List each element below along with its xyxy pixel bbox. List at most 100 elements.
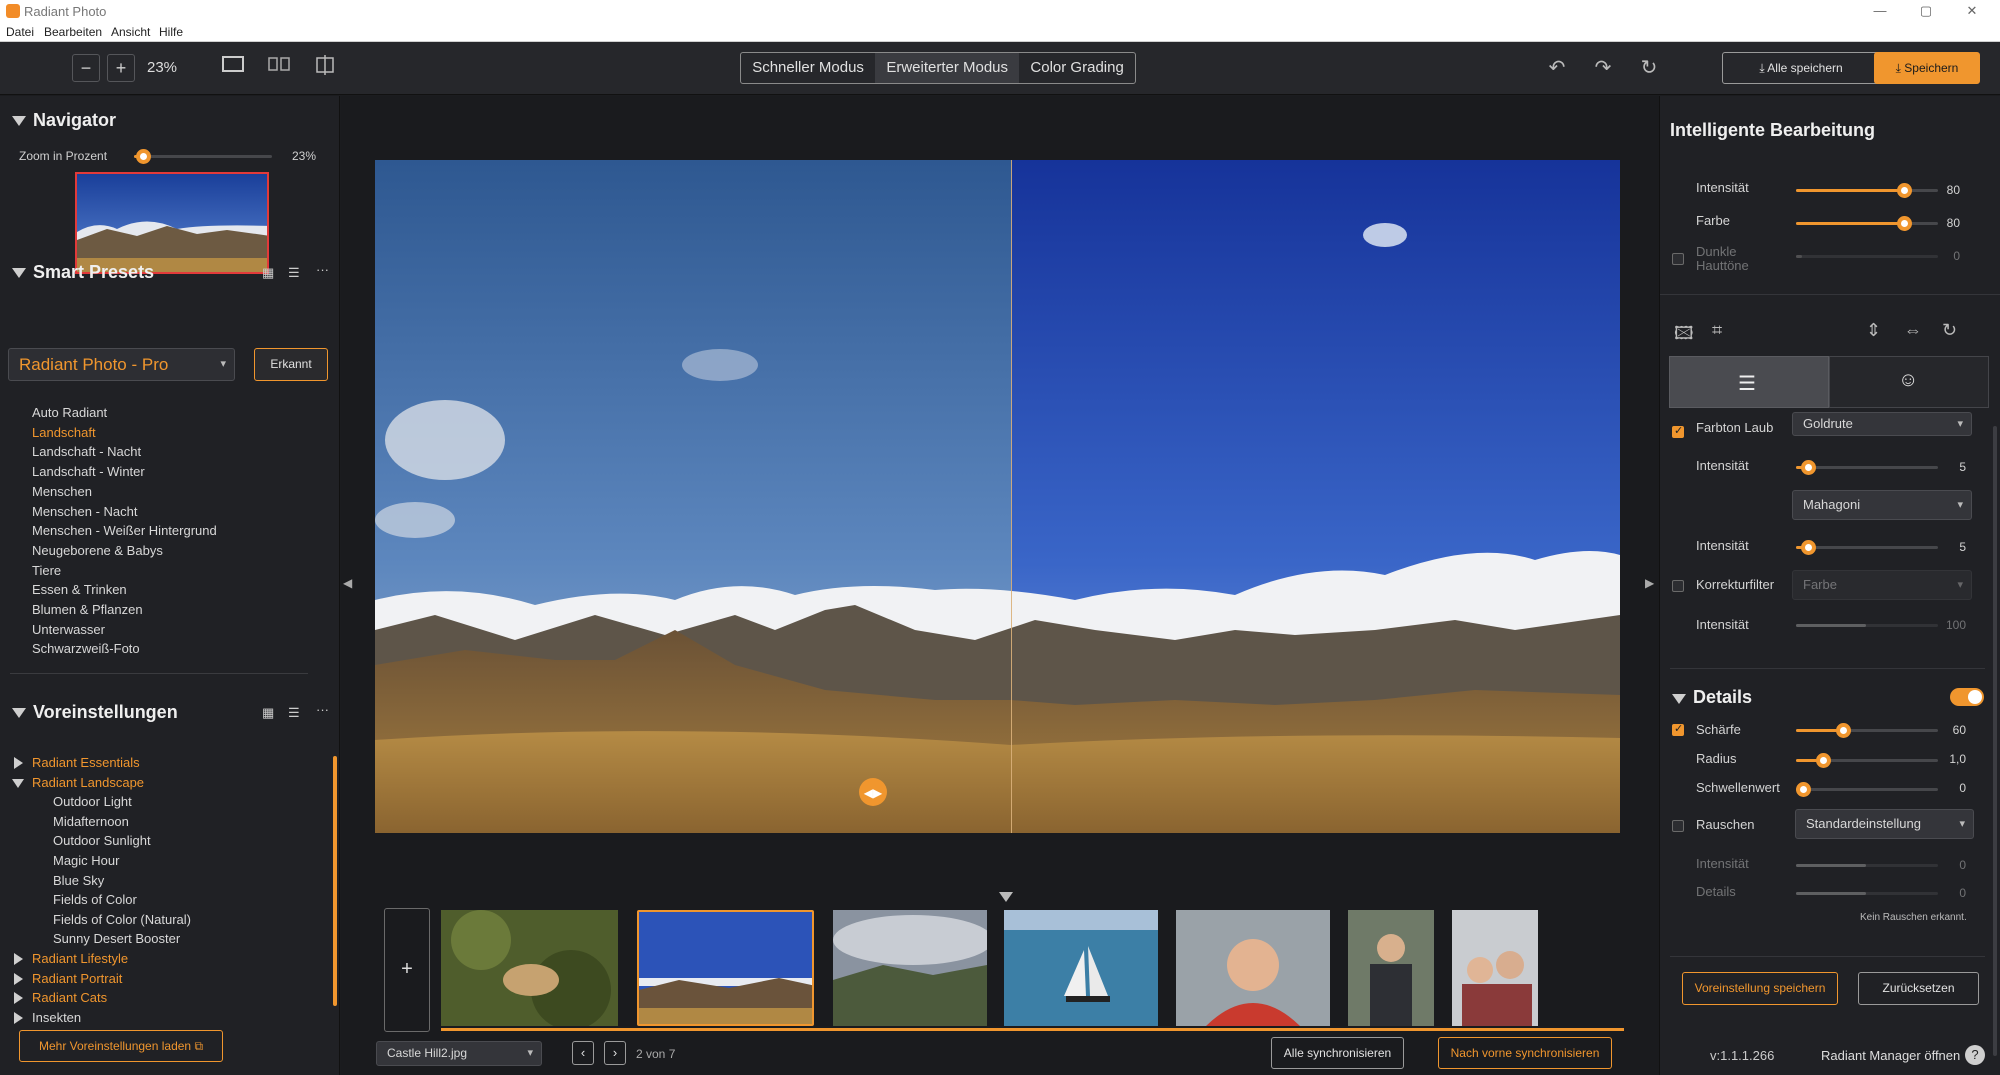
previous-image-button[interactable]: ‹: [572, 1041, 594, 1065]
smart-preset-item[interactable]: Essen & Trinken: [32, 582, 127, 597]
rotate-icon[interactable]: ↻: [1942, 320, 1957, 341]
close-button[interactable]: ✕: [1952, 2, 1992, 20]
smart-preset-item[interactable]: Schwarzweiß-Foto: [32, 641, 140, 656]
grid-view-icon[interactable]: ▦: [262, 705, 274, 721]
smart-preset-item[interactable]: Menschen - Nacht: [32, 504, 138, 519]
expand-group-icon[interactable]: [14, 953, 23, 965]
smart-preset-item[interactable]: Blumen & Pflanzen: [32, 602, 143, 617]
smart-preset-dropdown[interactable]: Radiant Photo - Pro: [8, 348, 235, 381]
smart-preset-item[interactable]: Auto Radiant: [32, 405, 107, 420]
preset-item[interactable]: Blue Sky: [53, 873, 104, 888]
filter-intensity-slider[interactable]: [1796, 624, 1938, 627]
collapse-filmstrip-icon[interactable]: [999, 892, 1013, 902]
reset-button[interactable]: Zurücksetzen: [1858, 972, 1979, 1005]
preset-group[interactable]: Radiant Cats: [32, 990, 107, 1005]
preset-item[interactable]: Magic Hour: [53, 853, 119, 868]
expand-group-icon[interactable]: [14, 992, 23, 1005]
tab-portrait[interactable]: ☺: [1829, 356, 1989, 408]
redo-icon[interactable]: ↷: [1588, 54, 1618, 82]
details-toggle[interactable]: [1950, 688, 1984, 706]
tab-color-grading[interactable]: Color Grading: [1019, 53, 1135, 83]
single-view-icon[interactable]: [218, 54, 248, 82]
preset-group[interactable]: Radiant Portrait: [32, 971, 122, 986]
help-icon[interactable]: ?: [1965, 1045, 1985, 1065]
more-options-icon[interactable]: ···: [316, 262, 329, 277]
smart-preset-item[interactable]: Menschen: [32, 484, 92, 499]
preset-item[interactable]: Fields of Color (Natural): [53, 912, 191, 927]
preset-item[interactable]: Outdoor Light: [53, 794, 132, 809]
flip-vertical-icon[interactable]: ⇕: [1866, 320, 1881, 341]
noise-intensity-slider[interactable]: [1796, 864, 1938, 867]
preset-item[interactable]: Fields of Color: [53, 892, 137, 907]
scrollbar[interactable]: [1993, 426, 1997, 1056]
preset-group[interactable]: Radiant Lifestyle: [32, 951, 128, 966]
scrollbar[interactable]: [333, 756, 337, 1006]
correction-filter-checkbox[interactable]: [1672, 580, 1684, 592]
thumbnail-6[interactable]: [1348, 910, 1434, 1026]
second-intensity-slider[interactable]: [1796, 540, 1938, 555]
preset-item[interactable]: Outdoor Sunlight: [53, 833, 151, 848]
menu-ansicht[interactable]: Ansicht: [111, 25, 150, 39]
undo-icon[interactable]: ↶: [1542, 54, 1572, 82]
smart-preset-item[interactable]: Landschaft: [32, 425, 96, 440]
thumbnail-4[interactable]: [1004, 910, 1158, 1026]
minimize-button[interactable]: —: [1860, 2, 1900, 20]
next-image-button[interactable]: ›: [604, 1041, 626, 1065]
crop-icon[interactable]: ⌗: [1712, 320, 1722, 341]
more-options-icon[interactable]: ···: [316, 702, 329, 717]
radius-slider[interactable]: [1796, 753, 1938, 768]
dark-skin-slider[interactable]: [1796, 255, 1938, 258]
sync-all-button[interactable]: Alle synchronisieren: [1271, 1037, 1404, 1069]
preset-group[interactable]: Insekten: [32, 1010, 81, 1025]
tab-quick-mode[interactable]: Schneller Modus: [741, 53, 875, 83]
save-all-button[interactable]: ⤓ Alle speichern: [1722, 52, 1880, 84]
noise-details-slider[interactable]: [1796, 892, 1938, 895]
foliage-tone-checkbox[interactable]: [1672, 424, 1684, 438]
expand-group-icon[interactable]: [14, 972, 23, 985]
collapse-details-icon[interactable]: [1672, 694, 1686, 704]
compare-view-icon[interactable]: [310, 54, 340, 82]
smart-preset-item[interactable]: Landschaft - Nacht: [32, 444, 141, 459]
foliage-tone-dropdown[interactable]: Goldrute: [1792, 412, 1972, 436]
reset-icon[interactable]: ↻: [1634, 54, 1664, 82]
save-button[interactable]: ⤓ Speichern: [1874, 52, 1980, 84]
collapse-navigator-icon[interactable]: [12, 116, 26, 126]
noise-dropdown[interactable]: Standardeinstellung: [1795, 809, 1974, 839]
filmstrip-scrollbar[interactable]: [441, 1028, 1624, 1031]
thumbnail-3[interactable]: [833, 910, 987, 1026]
menu-bearbeiten[interactable]: Bearbeiten: [44, 25, 102, 39]
sync-forward-button[interactable]: Nach vorne synchronisieren: [1438, 1037, 1612, 1069]
smart-preset-item[interactable]: Neugeborene & Babys: [32, 543, 163, 558]
radiant-manager-link[interactable]: Radiant Manager öffnen: [1821, 1048, 1960, 1063]
preset-item[interactable]: Sunny Desert Booster: [53, 931, 180, 946]
foliage-intensity-slider[interactable]: [1796, 460, 1938, 475]
sharpness-slider[interactable]: [1796, 723, 1938, 738]
thumbnail-7[interactable]: [1452, 910, 1538, 1026]
collapse-group-icon[interactable]: [12, 778, 24, 788]
correction-filter-dropdown[interactable]: Farbe: [1792, 570, 1972, 600]
list-view-icon[interactable]: ☰: [288, 265, 300, 281]
zoom-out-button[interactable]: −: [72, 54, 100, 82]
expand-group-icon[interactable]: [14, 1011, 23, 1024]
smart-preset-item[interactable]: Landschaft - Winter: [32, 464, 145, 479]
smart-preset-item[interactable]: Tiere: [32, 563, 61, 578]
save-preset-button[interactable]: Voreinstellung speichern: [1682, 972, 1838, 1005]
menu-datei[interactable]: Datei: [6, 25, 34, 39]
sharpness-checkbox[interactable]: [1672, 722, 1684, 736]
detected-button[interactable]: Erkannt: [254, 348, 328, 381]
threshold-slider[interactable]: [1796, 782, 1938, 797]
flip-horizontal-icon[interactable]: ⇔: [1904, 320, 1922, 341]
smart-preset-item[interactable]: Menschen - Weißer Hintergrund: [32, 523, 217, 538]
thumbnail-5[interactable]: [1176, 910, 1330, 1026]
load-more-presets-button[interactable]: Mehr Voreinstellungen laden ⧉: [19, 1030, 223, 1062]
collapse-left-panel-icon[interactable]: ◀: [343, 576, 352, 590]
maximize-button[interactable]: ▢: [1906, 2, 1946, 20]
tab-adjustments[interactable]: ☰: [1669, 356, 1829, 408]
navigator-thumbnail[interactable]: [75, 172, 269, 274]
preset-item[interactable]: Midafternoon: [53, 814, 129, 829]
collapse-smart-presets-icon[interactable]: [12, 268, 26, 278]
preset-group[interactable]: Radiant Essentials: [32, 755, 140, 770]
file-select[interactable]: Castle Hill2.jpg: [376, 1041, 542, 1066]
noise-checkbox[interactable]: [1672, 820, 1684, 832]
menu-hilfe[interactable]: Hilfe: [159, 25, 183, 39]
